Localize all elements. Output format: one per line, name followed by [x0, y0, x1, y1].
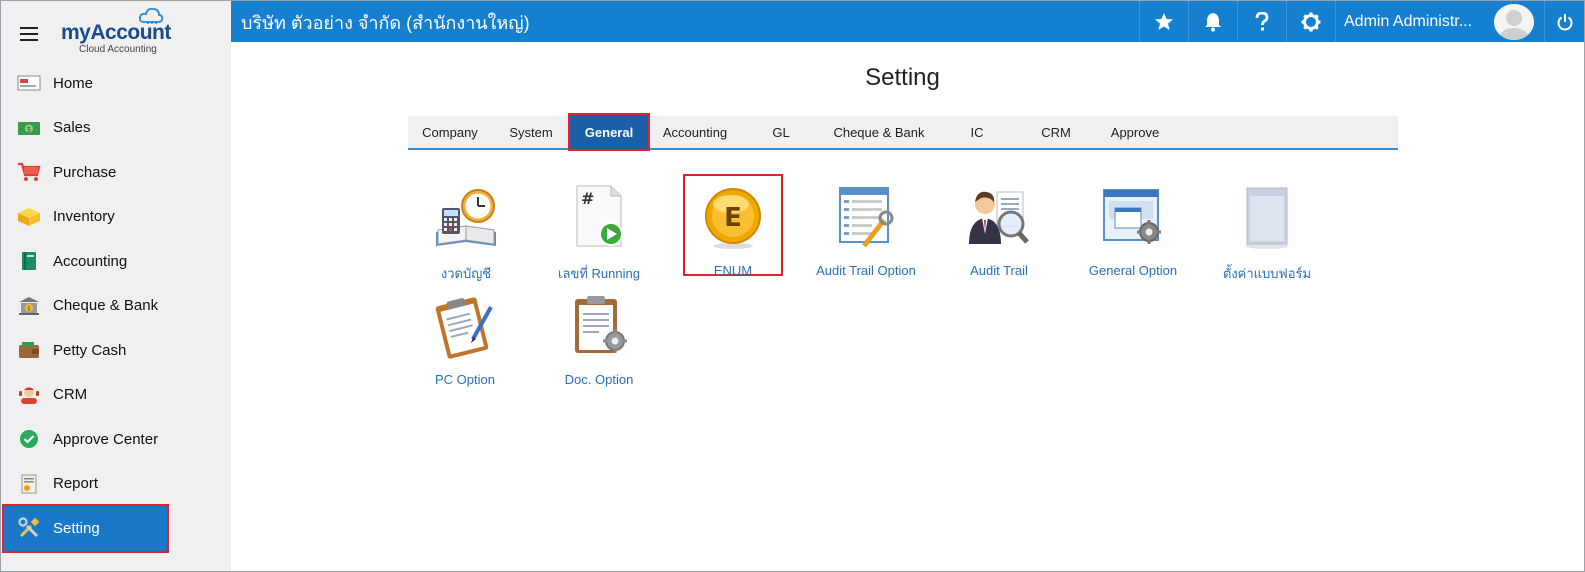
sidebar-item-label: CRM — [53, 386, 88, 404]
tab-ic[interactable]: IC — [938, 116, 1016, 148]
book-icon — [17, 251, 41, 271]
svg-text:$: $ — [27, 305, 31, 312]
setting-tabs: Company System General Accounting GL Che… — [408, 113, 1398, 151]
tab-general[interactable]: General — [568, 113, 650, 151]
tab-accounting[interactable]: Accounting — [648, 116, 742, 148]
sidebar-item-label: Approve Center — [53, 430, 159, 448]
check-icon — [17, 429, 41, 449]
logo-subtitle: Cloud Accounting — [79, 44, 157, 55]
sidebar-item-accounting[interactable]: Accounting — [1, 239, 231, 284]
sidebar-item-label: Home — [53, 74, 94, 92]
sidebar-item-label: Purchase — [53, 163, 117, 181]
tile-doc-option[interactable]: Doc. Option — [539, 285, 659, 387]
svg-text:$: $ — [27, 125, 31, 133]
audit-option-icon — [839, 187, 894, 248]
running-number-icon: # — [576, 185, 623, 247]
sidebar-item-cheque-bank[interactable]: $ Cheque & Bank — [1, 284, 231, 329]
settings-button[interactable] — [1286, 1, 1335, 42]
star-icon — [1155, 12, 1173, 30]
tile-audit-trail[interactable]: Audit Trail — [939, 176, 1059, 278]
logo-my: my — [61, 21, 91, 44]
enum-coin-icon: E — [705, 188, 761, 249]
home-icon — [17, 73, 41, 93]
box-icon — [17, 207, 41, 227]
period-book-icon — [436, 189, 496, 246]
favorite-button[interactable] — [1139, 1, 1188, 42]
tile-pc-option[interactable]: PC Option — [405, 285, 525, 387]
sidebar-item-purchase[interactable]: Purchase — [1, 150, 231, 195]
avatar[interactable] — [1494, 3, 1534, 40]
tab-system[interactable]: System — [492, 116, 570, 148]
svg-text:E: E — [724, 203, 742, 233]
logout-button[interactable] — [1544, 1, 1584, 42]
menu-icon[interactable] — [20, 27, 38, 41]
bell-icon — [1205, 12, 1221, 31]
sidebar-item-label: Report — [53, 475, 99, 493]
sidebar-item-home[interactable]: Home — [1, 61, 231, 106]
doc-option-icon — [575, 296, 627, 353]
sidebar: myAccount Cloud Accounting Home $ Sales … — [1, 1, 231, 571]
tile-general-option[interactable]: General Option — [1073, 176, 1193, 278]
sidebar-item-label: Accounting — [53, 252, 128, 270]
sidebar-item-approve-center[interactable]: Approve Center — [1, 417, 231, 462]
sidebar-item-label: Sales — [53, 119, 91, 137]
logo-text: myAccount — [61, 21, 171, 45]
tile-form-setup[interactable]: ตั้งค่าแบบฟอร์ม — [1207, 176, 1327, 281]
sidebar-item-setting[interactable]: Setting — [2, 504, 169, 553]
sales-icon: $ — [17, 118, 41, 138]
sidebar-item-label: Setting — [53, 519, 100, 537]
sidebar-item-inventory[interactable]: Inventory — [1, 195, 231, 240]
wallet-icon — [17, 340, 41, 360]
general-option-icon — [1103, 189, 1161, 244]
sidebar-item-sales[interactable]: $ Sales — [1, 106, 231, 151]
logo-account: Account — [90, 21, 171, 44]
page-title: Setting — [865, 64, 940, 91]
user-avatar-icon — [1494, 3, 1534, 40]
top-bar-actions: Admin Administr... — [1139, 1, 1584, 42]
report-icon — [17, 474, 41, 494]
tab-cheque-bank[interactable]: Cheque & Bank — [820, 116, 938, 148]
tab-gl[interactable]: GL — [742, 116, 820, 148]
tab-company[interactable]: Company — [408, 116, 492, 148]
help-button[interactable] — [1237, 1, 1286, 42]
sidebar-item-label: Cheque & Bank — [53, 297, 159, 315]
user-menu[interactable]: Admin Administr... — [1335, 1, 1544, 42]
sidebar-item-petty-cash[interactable]: Petty Cash — [1, 328, 231, 373]
audit-trail-icon — [969, 191, 1029, 244]
tile-running-number[interactable]: # เลขที่ Running — [539, 176, 659, 281]
pc-option-icon — [435, 297, 493, 359]
sidebar-item-report[interactable]: Report — [1, 462, 231, 507]
sidebar-item-label: Inventory — [53, 208, 115, 226]
power-icon — [1557, 13, 1572, 30]
tile-label: Doc. Option — [564, 372, 634, 387]
bank-icon: $ — [17, 296, 41, 316]
tile-label: ตั้งค่าแบบฟอร์ม — [1222, 266, 1312, 281]
form-setup-icon — [1245, 187, 1289, 249]
company-name[interactable]: บริษัท ตัวอย่าง จำกัด (สำนักงานใหญ่) — [241, 8, 530, 37]
crm-icon — [17, 385, 41, 405]
tab-crm[interactable]: CRM — [1016, 116, 1096, 148]
tile-enum[interactable]: E ENUM — [683, 174, 783, 278]
tools-icon — [17, 517, 41, 538]
notification-button[interactable] — [1188, 1, 1237, 42]
svg-text:#: # — [581, 189, 594, 208]
user-name: Admin Administr... — [1344, 12, 1473, 30]
top-bar: บริษัท ตัวอย่าง จำกัด (สำนักงานใหญ่) Adm… — [231, 1, 1584, 42]
gear-icon — [1301, 12, 1321, 31]
cart-icon — [17, 162, 41, 182]
tab-approve[interactable]: Approve — [1096, 116, 1174, 148]
tile-accounting-period[interactable]: งวดบัญชี — [406, 176, 526, 281]
tile-audit-trail-option[interactable]: Audit Trail Option — [806, 176, 926, 278]
sidebar-nav: Home $ Sales Purchase Inventory Accounti… — [1, 61, 231, 553]
sidebar-item-label: Petty Cash — [53, 341, 127, 359]
question-icon — [1255, 11, 1269, 30]
sidebar-item-crm[interactable]: CRM — [1, 373, 231, 418]
logo[interactable]: myAccount Cloud Accounting — [61, 7, 191, 57]
